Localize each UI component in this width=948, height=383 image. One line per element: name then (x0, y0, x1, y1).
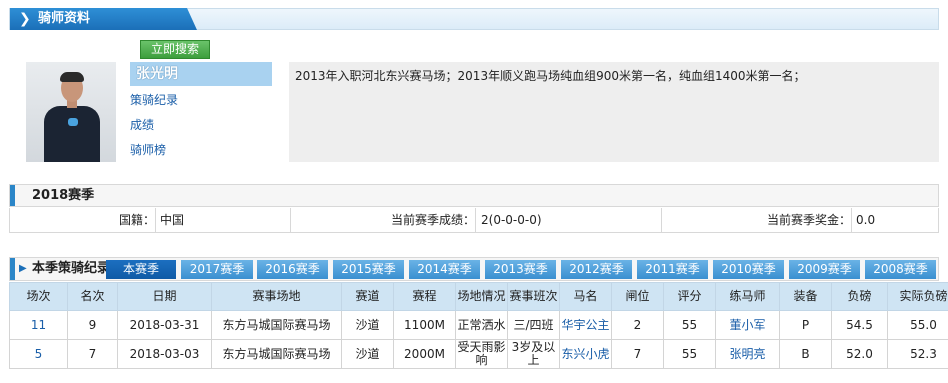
tab-season-2010[interactable]: 2010赛季 (713, 260, 784, 279)
search-button[interactable]: 立即搜索 (140, 40, 210, 59)
column-header: 负磅 (831, 282, 888, 311)
column-header: 实际负磅 (887, 282, 948, 311)
table-cell: 东方马城国际赛马场 (211, 310, 342, 340)
link-results[interactable]: 成绩 (130, 116, 154, 133)
table-cell: 2000M (393, 339, 456, 369)
photo-shirt (44, 106, 100, 162)
shirt-logo (68, 118, 78, 126)
link-riding-record[interactable]: 策骑纪录 (130, 91, 178, 108)
column-header: 名次 (67, 282, 118, 311)
table-cell: 3岁及以上 (507, 339, 560, 369)
table-cell: 沙道 (341, 339, 394, 369)
header-tab-notch (187, 8, 197, 30)
season-prize-value: 0.0 (856, 213, 876, 227)
season-title: 2018赛季 (32, 188, 95, 203)
jockey-name: 张光明 (130, 62, 272, 86)
table-cell: 正常洒水 (455, 310, 508, 340)
nationality-label: 国籍： (118, 213, 155, 227)
table-cell: 受天雨影响 (455, 339, 508, 369)
jockey-bio: 2013年入职河北东兴赛马场；2013年顺义跑马场纯血组900米第一名，纯血组1… (289, 62, 939, 162)
season-summary-header: 2018赛季 (9, 184, 939, 207)
table-cell: 55.0 (887, 310, 948, 340)
records-header: ▶ 本季策骑纪录 本赛季 2017赛季 2016赛季 2015赛季 2014赛季… (9, 257, 939, 281)
column-header: 装备 (779, 282, 832, 311)
table-cell: 54.5 (831, 310, 888, 340)
tab-season-2012[interactable]: 2012赛季 (561, 260, 632, 279)
section-title: 骑师资料 (38, 11, 91, 26)
column-header: 练马师 (715, 282, 780, 311)
table-cell: 三/四班 (507, 310, 560, 340)
table-cell: 东方马城国际赛马场 (211, 339, 342, 369)
horse-name-link[interactable]: 华宇公主 (559, 310, 612, 340)
table-cell: 1100M (393, 310, 456, 340)
column-header: 场地情况 (455, 282, 508, 311)
column-header: 赛道 (341, 282, 394, 311)
jockey-photo (26, 62, 116, 162)
tab-current-season[interactable]: 本赛季 (106, 260, 176, 279)
table-header-row: 场次 名次 日期 赛事场地 赛道 赛程 场地情况 赛事班次 马名 闸位 评分 练… (9, 282, 948, 311)
column-header: 闸位 (611, 282, 664, 311)
trainer-link[interactable]: 张明亮 (715, 339, 780, 369)
column-header: 赛事班次 (507, 282, 560, 311)
race-number-link[interactable]: 11 (9, 310, 68, 340)
column-header: 日期 (117, 282, 212, 311)
tab-season-2008[interactable]: 2008赛季 (865, 260, 936, 279)
section-header-tab: ❯ 骑师资料 (10, 8, 187, 30)
tab-season-2016[interactable]: 2016赛季 (257, 260, 328, 279)
table-cell: 7 (611, 339, 664, 369)
tab-season-2009[interactable]: 2009赛季 (789, 260, 860, 279)
table-row: 5 7 2018-03-03 东方马城国际赛马场 沙道 2000M 受天雨影响 … (9, 339, 948, 369)
nationality-value: 中国 (160, 213, 185, 227)
season-prize-label: 当前赛季奖金： (766, 213, 851, 227)
table-cell: 2018-03-31 (117, 310, 212, 340)
table-cell: 沙道 (341, 310, 394, 340)
table-cell: 7 (67, 339, 118, 369)
tab-season-2013[interactable]: 2013赛季 (485, 260, 556, 279)
table-cell: 2018-03-03 (117, 339, 212, 369)
season-score-label: 当前赛季成绩： (390, 213, 475, 227)
tab-season-2017[interactable]: 2017赛季 (181, 260, 253, 279)
table-cell: 9 (67, 310, 118, 340)
column-header: 评分 (663, 282, 716, 311)
table-cell: B (779, 339, 832, 369)
column-header: 马名 (559, 282, 612, 311)
table-cell: 52.3 (887, 339, 948, 369)
link-jockey-ranking[interactable]: 骑师榜 (130, 141, 166, 158)
chevron-right-icon: ❯ (19, 11, 31, 27)
season-summary-row: 国籍： 中国 当前赛季成绩： 2(0-0-0-0) 当前赛季奖金： 0.0 (9, 208, 939, 233)
column-header: 赛程 (393, 282, 456, 311)
column-header: 场次 (9, 282, 68, 311)
section-header: ❯ 骑师资料 (9, 8, 939, 30)
race-number-link[interactable]: 5 (9, 339, 68, 369)
table-cell: 2 (611, 310, 664, 340)
table-cell: 55 (663, 310, 716, 340)
tab-season-2015[interactable]: 2015赛季 (333, 260, 404, 279)
table-cell: 52.0 (831, 339, 888, 369)
tab-season-2014[interactable]: 2014赛季 (409, 260, 480, 279)
horse-name-link[interactable]: 东兴小虎 (559, 339, 612, 369)
table-row: 11 9 2018-03-31 东方马城国际赛马场 沙道 1100M 正常洒水 … (9, 310, 948, 340)
table-cell: 55 (663, 339, 716, 369)
season-score-value: 2(0-0-0-0) (481, 213, 542, 227)
chevron-right-icon: ▶ (19, 263, 27, 274)
column-header: 赛事场地 (211, 282, 342, 311)
trainer-link[interactable]: 董小军 (715, 310, 780, 340)
race-records-table: 场次 名次 日期 赛事场地 赛道 赛程 场地情况 赛事班次 马名 闸位 评分 练… (9, 282, 948, 369)
table-cell: P (779, 310, 832, 340)
tab-season-2011[interactable]: 2011赛季 (637, 260, 708, 279)
